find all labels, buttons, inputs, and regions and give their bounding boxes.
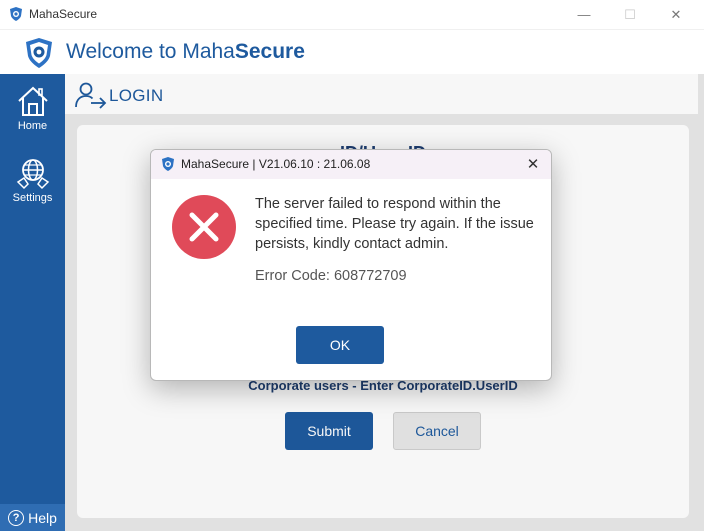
maximize-button[interactable]: ☐ bbox=[607, 0, 653, 29]
welcome-title: Welcome to MahaSecure bbox=[66, 40, 305, 63]
close-window-button[interactable]: ✕ bbox=[653, 0, 699, 29]
dialog-titlebar: MahaSecure | V21.06.10 : 21.06.08 ✕ bbox=[151, 150, 551, 179]
app-header: Welcome to MahaSecure bbox=[0, 30, 704, 74]
window-title: MahaSecure bbox=[29, 7, 98, 21]
ok-button[interactable]: OK bbox=[296, 326, 384, 364]
sidebar-item-label: Home bbox=[17, 120, 48, 132]
mahasecure-logo-icon bbox=[26, 38, 52, 68]
minimize-button[interactable]: — bbox=[561, 0, 607, 29]
error-code: Error Code: 608772709 bbox=[255, 268, 407, 284]
sidebar-item-home[interactable]: Home bbox=[0, 84, 65, 132]
app-shield-icon bbox=[162, 157, 174, 171]
sidebar: Home Settings ? Help bbox=[0, 74, 65, 531]
help-label: Help bbox=[28, 509, 57, 526]
sidebar-item-settings[interactable]: Settings bbox=[0, 156, 65, 204]
window-titlebar: MahaSecure — ☐ ✕ bbox=[0, 0, 704, 30]
error-message: The server failed to respond within the … bbox=[255, 196, 534, 252]
error-dialog: MahaSecure | V21.06.10 : 21.06.08 ✕ The … bbox=[150, 149, 552, 381]
dialog-title: MahaSecure | V21.06.10 : 21.06.08 bbox=[181, 157, 371, 171]
settings-globe-icon bbox=[16, 159, 49, 190]
dialog-close-button[interactable]: ✕ bbox=[521, 154, 545, 174]
help-circle-icon: ? bbox=[8, 509, 25, 526]
error-x-icon bbox=[172, 195, 236, 259]
sidebar-item-label: Settings bbox=[12, 192, 53, 204]
home-icon bbox=[17, 86, 48, 116]
help-button[interactable]: ? Help bbox=[0, 504, 65, 531]
app-shield-icon bbox=[10, 7, 22, 21]
